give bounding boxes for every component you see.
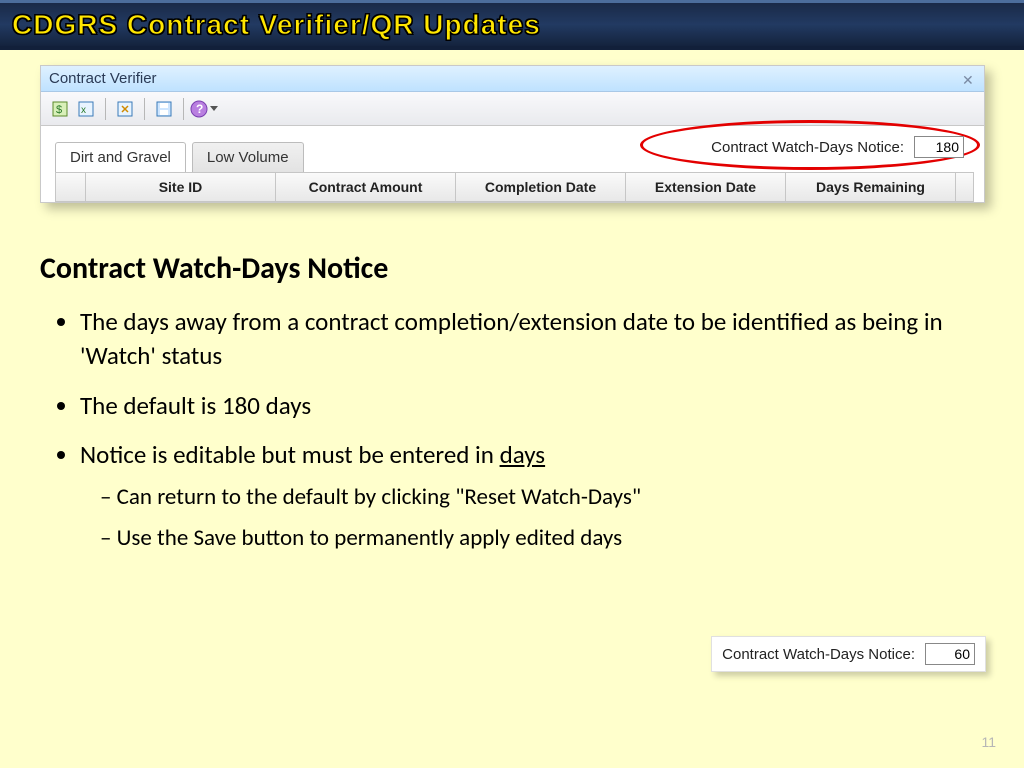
underlined-word: days (500, 439, 546, 470)
grid-header: Site ID Contract Amount Completion Date … (55, 172, 974, 202)
save-icon[interactable] (151, 96, 177, 122)
window-titlebar: Contract Verifier ✕ (41, 66, 984, 92)
bullet-text: Notice is editable but must be entered i… (80, 439, 500, 470)
column-header: Days Remaining (786, 173, 956, 201)
tab-low-volume[interactable]: Low Volume (192, 142, 304, 172)
example-input[interactable] (925, 643, 975, 665)
contract-verifier-window: Contract Verifier ✕ $ x ? Contract Watch… (40, 65, 985, 203)
toolbar-separator (105, 98, 106, 120)
reset-watchdays-icon[interactable] (112, 96, 138, 122)
sub-bullet-list: Can return to the default by clicking "R… (100, 482, 980, 554)
refresh-icon[interactable]: $ (47, 96, 73, 122)
toolbar-separator (144, 98, 145, 120)
watchdays-input[interactable] (914, 136, 964, 158)
page-number: 11 (981, 734, 996, 750)
body-heading: Contract Watch-Days Notice (40, 250, 980, 287)
svg-text:?: ? (196, 102, 203, 116)
window-content: Contract Watch-Days Notice: Dirt and Gra… (41, 126, 984, 202)
watchdays-notice-field: Contract Watch-Days Notice: (711, 136, 964, 158)
column-header: Contract Amount (276, 173, 456, 201)
bullet-item: The default is 180 days (80, 389, 980, 423)
sub-bullet-item: Can return to the default by clicking "R… (100, 482, 980, 513)
close-icon[interactable]: ✕ (962, 72, 976, 86)
slide-banner: CDGRS Contract Verifier/QR Updates (0, 0, 1024, 50)
chevron-down-icon (210, 106, 218, 111)
column-header (56, 173, 86, 201)
help-icon[interactable]: ? (190, 96, 218, 122)
export-excel-icon[interactable]: x (73, 96, 99, 122)
column-header: Site ID (86, 173, 276, 201)
sub-bullet-item: Use the Save button to permanently apply… (100, 523, 980, 554)
tab-dirt-and-gravel[interactable]: Dirt and Gravel (55, 142, 186, 172)
bullet-item: The days away from a contract completion… (80, 305, 980, 373)
window-title: Contract Verifier (49, 70, 157, 87)
watchdays-label: Contract Watch-Days Notice: (711, 139, 904, 156)
column-header: Extension Date (626, 173, 786, 201)
column-header: Completion Date (456, 173, 626, 201)
toolbar-separator (183, 98, 184, 120)
bullet-item: Notice is editable but must be entered i… (80, 438, 980, 554)
slide-body: Contract Watch-Days Notice The days away… (40, 250, 980, 570)
banner-title: CDGRS Contract Verifier/QR Updates (12, 9, 541, 41)
example-label: Contract Watch-Days Notice: (722, 646, 915, 663)
svg-text:x: x (81, 105, 86, 116)
toolbar: $ x ? (41, 92, 984, 126)
svg-text:$: $ (56, 104, 62, 116)
watchdays-example-box: Contract Watch-Days Notice: (711, 636, 986, 672)
bullet-list: The days away from a contract completion… (80, 305, 980, 554)
